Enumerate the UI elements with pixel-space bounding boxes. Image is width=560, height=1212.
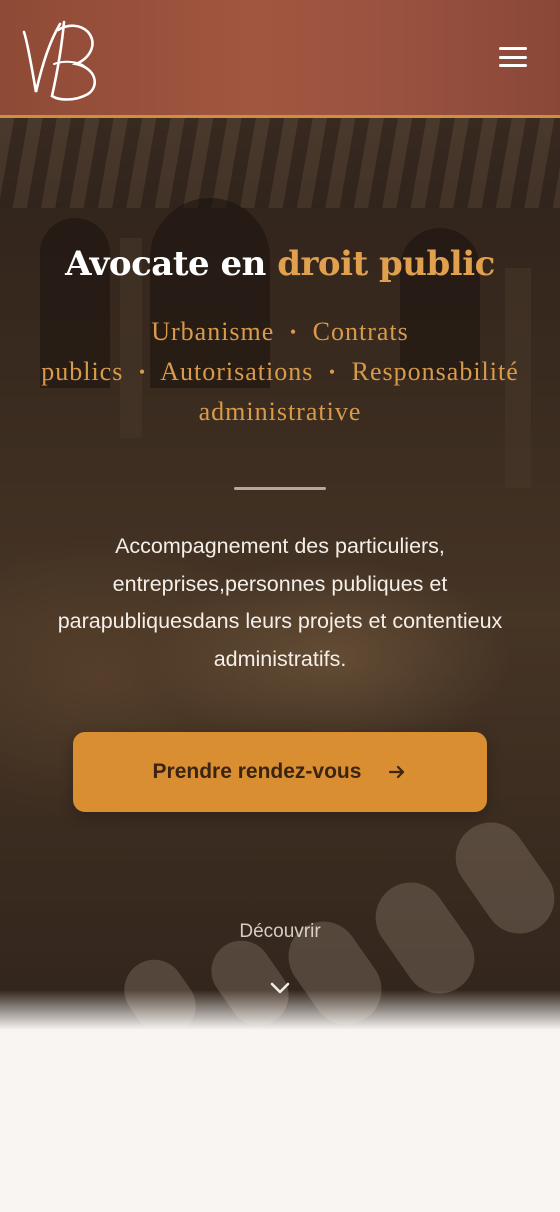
hero-bottom-fade — [0, 990, 560, 1030]
menu-bar-bottom — [499, 64, 527, 67]
arrow-right-icon — [389, 765, 405, 779]
description-line: Accompagnement des particuliers, — [115, 534, 445, 558]
menu-bar-top — [499, 47, 527, 50]
specialties-line-3: administrative — [28, 392, 532, 432]
menu-bar-middle — [499, 55, 527, 59]
separator-dot: • — [138, 362, 147, 382]
hero-divider — [234, 487, 326, 490]
specialty-item: Urbanisme — [151, 317, 275, 346]
specialty-item: Contrats — [312, 317, 409, 346]
description-line: entreprises,personnes publiques et — [112, 571, 448, 596]
hero-title-prefix: Avocate en — [65, 244, 266, 284]
description-line: parapubliquesdans leurs projets et conte… — [57, 609, 503, 633]
separator-dot: • — [328, 362, 337, 382]
book-appointment-button[interactable]: Prendre rendez-vous — [73, 732, 487, 812]
hero-title: Avocate en droit public — [0, 244, 560, 284]
specialty-item: Autorisations — [160, 357, 314, 386]
hero-section: Avocate en droit public Urbanisme • Cont… — [0, 118, 560, 1030]
discover-label[interactable]: Découvrir — [0, 921, 560, 943]
specialty-item: administrative — [198, 397, 362, 426]
separator-dot: • — [289, 322, 298, 342]
description-line: administratifs. — [213, 646, 347, 671]
site-header: VB — [0, 0, 560, 118]
hamburger-menu-icon[interactable] — [496, 41, 530, 73]
specialties-line-2: publics • Autorisations • Responsabilité — [28, 352, 532, 392]
logo[interactable]: VB — [18, 14, 104, 106]
hero-title-accent: droit public — [277, 244, 495, 284]
specialty-item: Responsabilité — [351, 357, 519, 386]
specialties-line-1: Urbanisme • Contrats — [28, 312, 532, 352]
specialties-list: Urbanisme • Contrats publics • Autorisat… — [28, 312, 532, 432]
book-appointment-label: Prendre rendez-vous — [152, 760, 362, 783]
hero-description: Accompagnement des particuliers, entrepr… — [30, 528, 530, 678]
specialty-item: publics — [41, 357, 124, 386]
